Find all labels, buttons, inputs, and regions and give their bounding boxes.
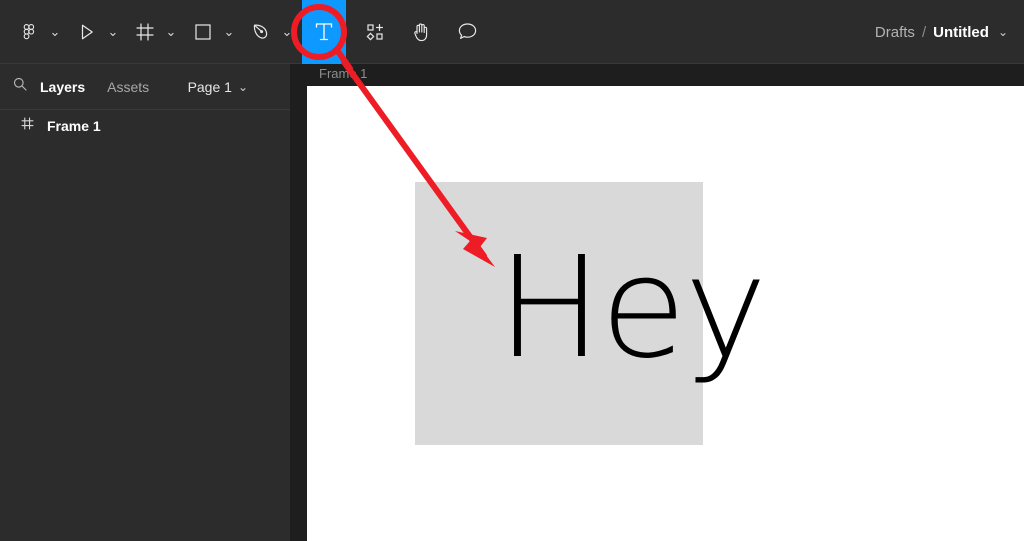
figma-menu-button[interactable] bbox=[12, 0, 46, 64]
components-tool-button[interactable] bbox=[358, 0, 392, 64]
pen-tool-button[interactable] bbox=[244, 0, 278, 64]
layer-item-label: Frame 1 bbox=[47, 118, 101, 134]
chevron-down-icon: ⌄ bbox=[108, 25, 119, 38]
canvas-area[interactable]: Frame 1 Hey bbox=[307, 64, 1024, 541]
chevron-down-icon: ⌄ bbox=[282, 25, 293, 38]
hand-icon bbox=[409, 20, 433, 44]
tab-layers[interactable]: Layers bbox=[40, 79, 85, 95]
page-selector-label: Page 1 bbox=[188, 79, 232, 95]
text-t-icon bbox=[312, 19, 336, 45]
left-sidebar: Layers Assets Page 1 ⌄ Frame 1 bbox=[0, 64, 290, 541]
frame-tool-caret[interactable]: ⌄ bbox=[162, 0, 180, 64]
breadcrumb: Drafts / Untitled ⌄ bbox=[875, 0, 1008, 64]
figma-app-window: ⌄ ⌄ bbox=[0, 0, 1024, 541]
breadcrumb-file-name[interactable]: Untitled bbox=[933, 24, 989, 41]
page-selector[interactable]: Page 1 ⌄ bbox=[188, 79, 248, 95]
breadcrumb-separator: / bbox=[922, 24, 926, 41]
square-icon bbox=[192, 21, 214, 43]
shape-tool-caret[interactable]: ⌄ bbox=[220, 0, 238, 64]
comment-tool-button[interactable] bbox=[450, 0, 484, 64]
pen-nib-icon bbox=[250, 21, 272, 43]
canvas-frame-label[interactable]: Frame 1 bbox=[319, 66, 367, 81]
breadcrumb-project[interactable]: Drafts bbox=[875, 24, 915, 41]
frame-hash-icon bbox=[20, 116, 35, 136]
layer-item-frame-1[interactable]: Frame 1 bbox=[0, 110, 290, 142]
text-tool-button[interactable] bbox=[302, 0, 346, 64]
chevron-down-icon: ⌄ bbox=[224, 25, 235, 38]
frame-header-bar bbox=[307, 64, 1024, 86]
search-icon bbox=[12, 76, 28, 97]
hand-tool-button[interactable] bbox=[404, 0, 438, 64]
move-tool-button[interactable] bbox=[70, 0, 104, 64]
frame-hash-icon bbox=[134, 21, 156, 43]
tab-assets[interactable]: Assets bbox=[107, 79, 149, 95]
chevron-down-icon[interactable]: ⌄ bbox=[998, 25, 1008, 39]
canvas-text-layer[interactable]: Hey bbox=[497, 239, 765, 379]
figma-logo-icon bbox=[19, 22, 39, 42]
top-toolbar: ⌄ ⌄ bbox=[0, 0, 1024, 64]
chevron-down-icon: ⌄ bbox=[50, 25, 61, 38]
components-icon bbox=[364, 21, 386, 43]
comment-bubble-icon bbox=[456, 20, 479, 43]
search-button[interactable] bbox=[0, 76, 40, 97]
figma-menu-caret[interactable]: ⌄ bbox=[46, 0, 64, 64]
sidebar-tab-bar: Layers Assets Page 1 ⌄ bbox=[0, 64, 290, 110]
shape-tool-button[interactable] bbox=[186, 0, 220, 64]
pen-tool-caret[interactable]: ⌄ bbox=[278, 0, 296, 64]
toolbar-tool-group: ⌄ ⌄ bbox=[0, 0, 484, 64]
frame-tool-button[interactable] bbox=[128, 0, 162, 64]
chevron-down-icon: ⌄ bbox=[166, 25, 177, 38]
chevron-down-icon: ⌄ bbox=[238, 80, 248, 94]
sidebar-gutter bbox=[290, 64, 307, 541]
cursor-arrow-icon bbox=[77, 22, 97, 42]
move-tool-caret[interactable]: ⌄ bbox=[104, 0, 122, 64]
